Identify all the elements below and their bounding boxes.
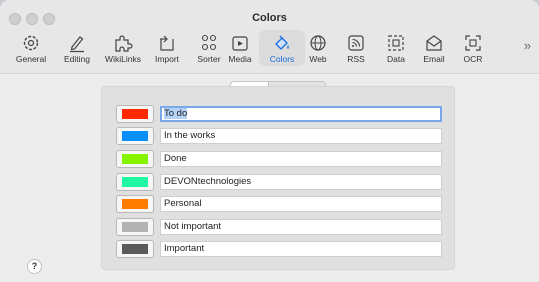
globe-icon — [310, 35, 326, 51]
toolbar-label: Colors — [269, 54, 295, 64]
label-row: To do — [116, 105, 442, 124]
color-chip — [122, 222, 148, 232]
color-chip — [122, 109, 148, 119]
ocr-icon — [465, 35, 481, 51]
label-name-field[interactable]: DEVONtechnologies — [160, 174, 442, 190]
label-name-text: To do — [164, 108, 188, 119]
toolbar-label: Web — [309, 54, 327, 64]
toolbar-media[interactable]: Media — [217, 30, 263, 66]
gear-icon — [23, 35, 39, 51]
labels-panel: To do In the works Done DEVONtechnologie… — [101, 86, 455, 270]
toolbar-label: General — [15, 54, 47, 64]
color-well[interactable] — [116, 240, 154, 258]
color-well[interactable] — [116, 105, 154, 123]
sorter-icon — [201, 34, 217, 51]
color-well[interactable] — [116, 127, 154, 145]
import-icon — [160, 35, 174, 51]
envelope-icon — [426, 35, 442, 51]
label-name-field[interactable]: Done — [160, 151, 442, 167]
toolbar-ocr[interactable]: OCR — [450, 30, 496, 66]
toolbar-label: RSS — [347, 54, 365, 64]
label-row: Personal — [116, 195, 442, 214]
color-well[interactable] — [116, 173, 154, 191]
toolbar-general[interactable]: General — [8, 30, 54, 66]
colors-pane: Labels Highlighting To do In the works D… — [0, 74, 539, 282]
toolbar-label: OCR — [463, 54, 483, 64]
label-row: In the works — [116, 127, 442, 146]
label-name-field[interactable]: In the works — [160, 128, 442, 144]
label-name-field[interactable]: Personal — [160, 196, 442, 212]
color-chip — [122, 154, 148, 164]
label-row: Important — [116, 240, 442, 259]
title-bar: Colors General Editing WikiLinks Import … — [0, 0, 539, 74]
color-well[interactable] — [116, 150, 154, 168]
color-chip — [122, 131, 148, 141]
label-name-field[interactable]: Not important — [160, 219, 442, 235]
color-chip — [122, 244, 148, 254]
toolbar-label: Import — [154, 54, 180, 64]
label-name-field[interactable]: Important — [160, 241, 442, 257]
toolbar-label: Media — [228, 54, 252, 64]
color-chip — [122, 177, 148, 187]
label-row: Not important — [116, 218, 442, 237]
toolbar-import[interactable]: Import — [144, 30, 190, 66]
toolbar-wikilinks[interactable]: WikiLinks — [100, 30, 146, 66]
preferences-window: Colors General Editing WikiLinks Import … — [0, 0, 539, 282]
label-name-field[interactable]: To do — [160, 106, 442, 122]
label-row: Done — [116, 150, 442, 169]
toolbar-label: Editing — [64, 54, 90, 64]
color-well[interactable] — [116, 195, 154, 213]
data-icon — [388, 35, 404, 51]
color-well[interactable] — [116, 218, 154, 236]
toolbar-label: WikiLinks — [105, 54, 141, 64]
help-button[interactable]: ? — [27, 259, 42, 274]
color-chip — [122, 199, 148, 209]
puzzle-icon — [115, 35, 133, 52]
window-title: Colors — [252, 12, 287, 24]
toolbar-label: Data — [387, 54, 405, 64]
rss-icon — [348, 35, 364, 51]
label-row: DEVONtechnologies — [116, 173, 442, 192]
toolbar-overflow-chevron-icon[interactable]: » — [524, 38, 531, 53]
media-icon — [232, 36, 248, 51]
pencil-icon — [70, 36, 84, 53]
toolbar-label: Email — [423, 54, 445, 64]
toolbar-editing[interactable]: Editing — [54, 30, 100, 66]
paint-bucket-icon — [275, 35, 289, 50]
